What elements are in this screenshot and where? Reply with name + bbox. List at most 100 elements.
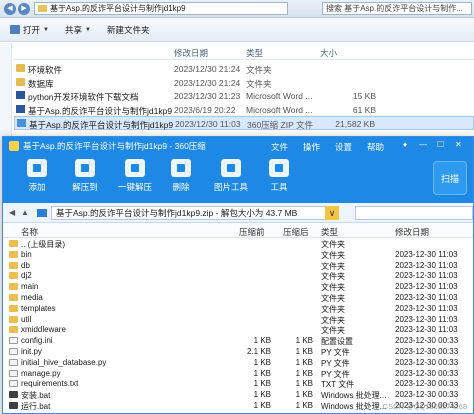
menu-settings[interactable]: 设置 <box>335 141 352 153</box>
file-name: 基于Asp.的反诈平台设计与制作jd1kp9 <box>28 105 173 116</box>
new-folder-button[interactable]: 新建文件夹 <box>107 24 150 36</box>
file-icon <box>9 369 18 377</box>
zip-row[interactable]: dj2 文件夹 2023-12-30 11:03 <box>3 270 473 281</box>
column-packed-size[interactable]: 压缩后 <box>283 226 309 238</box>
zip-row[interactable]: requirements.txt 1 KB 1 KB TXT 文件 2023-12-30… <box>3 378 473 389</box>
folder-icon <box>9 326 18 334</box>
zip-file-list: .. (上级目录) 文件夹 bin 文件夹 2023-12-30 11:03 db 文件夹 2… <box>3 238 473 411</box>
navigation-pane[interactable] <box>0 43 12 143</box>
zip-row[interactable]: xmiddleware 文件夹 2023-12-30 11:03 <box>3 324 473 335</box>
extract-icon <box>75 159 95 177</box>
entry-packed-size: 1 KB <box>295 357 313 367</box>
entry-date: 2023-12-30 00:33 <box>395 368 459 378</box>
zip-row[interactable]: main 文件夹 2023-12-30 11:03 <box>3 281 473 292</box>
share-button[interactable]: 共享 ▼ <box>65 24 91 36</box>
entry-original-size: 1 KB <box>253 390 271 400</box>
file-icon <box>9 337 18 345</box>
add-button[interactable]: 添加 <box>17 159 57 193</box>
zip-file-icon <box>17 119 26 127</box>
archive-icon <box>37 209 47 217</box>
trash-icon <box>171 159 191 177</box>
zip-row[interactable]: bin 文件夹 2023-12-30 11:03 <box>3 249 473 260</box>
file-type: Microsoft Word ... <box>246 104 313 115</box>
menu-operate[interactable]: 操作 <box>303 141 320 153</box>
entry-date: 2023-12-30 11:03 <box>395 282 458 292</box>
forward-arrow-icon[interactable]: ▶ <box>18 3 30 15</box>
file-date: 2023/6/19 20:22 <box>174 104 236 115</box>
back-arrow-icon[interactable]: ◀ <box>9 208 15 217</box>
entry-name: init.py <box>21 346 42 356</box>
entry-date: 2023-12-30 00:33 <box>395 379 459 389</box>
entry-packed-size: 1 KB <box>295 368 313 378</box>
file-size: 21,582 KB <box>335 119 375 129</box>
entry-date: 2023-12-30 00:33 <box>395 346 459 356</box>
entry-name: bin <box>21 249 32 259</box>
zip-row[interactable]: db 文件夹 2023-12-30 11:03 <box>3 260 473 271</box>
entry-name: dj2 <box>21 271 32 281</box>
explorer-row[interactable]: 基于Asp.的反诈平台设计与制作jd1kp9 2023/12/30 11:03 36… <box>14 116 474 130</box>
explorer-row[interactable]: python开发环境软件下载文档 2023/12/30 21:23 Microsof… <box>14 89 474 103</box>
up-folder-icon[interactable]: ▲ <box>21 208 29 217</box>
file-icon <box>9 358 18 366</box>
scan-button[interactable]: 扫描 <box>433 161 467 195</box>
zip-column-headers: 名称 压缩前 压缩后 类型 修改日期 <box>3 223 473 238</box>
nav-buttons: ◀ ▶ <box>4 3 30 15</box>
entry-date: 2023-12-30 11:03 <box>395 292 458 302</box>
entry-name: manage.py <box>21 368 61 378</box>
zip-row[interactable]: util 文件夹 2023-12-30 11:03 <box>3 314 473 325</box>
tools-button[interactable]: 工具 <box>259 159 299 193</box>
explorer-row[interactable]: 数据库 2023/12/30 21:24 文件夹 <box>14 76 474 90</box>
folder-icon <box>9 283 18 291</box>
maximize-icon[interactable]: ☐ <box>437 140 444 149</box>
archive-path-field[interactable]: 基于Asp.的反诈平台设计与制作jd1kp9.zip - 解包大小为 43.7 … <box>51 206 339 220</box>
entry-name: config.ini <box>21 336 53 346</box>
skin-icon[interactable]: ♦ <box>403 140 407 149</box>
minimize-icon[interactable]: — <box>419 140 427 149</box>
column-type[interactable]: 类型 <box>321 226 338 238</box>
entry-date: 2023-12-30 11:03 <box>395 271 458 281</box>
zip-row[interactable]: templates 文件夹 2023-12-30 11:03 <box>3 303 473 314</box>
close-icon[interactable]: ✕ <box>455 140 462 149</box>
menu-help[interactable]: 帮助 <box>367 141 384 153</box>
zip-title-text: 基于Asp.的反诈平台设计与制作jd1kp9 - 360压缩 <box>23 141 206 151</box>
extract-to-button[interactable]: 解压到 <box>65 159 105 193</box>
zip-row[interactable]: initial_hive_database.py 1 KB 1 KB PY 文件 202… <box>3 357 473 368</box>
open-button[interactable]: 打开 ▼ <box>10 24 49 36</box>
column-type[interactable]: 类型 <box>246 47 263 59</box>
zip-header: 基于Asp.的反诈平台设计与制作jd1kp9 - 360压缩 文件 操作 设置 … <box>3 137 473 203</box>
toolbox-icon <box>269 159 289 177</box>
zip-search-input[interactable] <box>355 206 473 220</box>
explorer-row[interactable]: 环境软件 2023/12/30 21:24 文件夹 <box>14 62 474 76</box>
entry-name: main <box>21 282 39 292</box>
zip-row[interactable]: config.ini 1 KB 1 KB 配置设置 2023-12-30 00:33 <box>3 335 473 346</box>
file-name: 环境软件 <box>28 65 63 75</box>
one-click-extract-icon <box>125 159 145 177</box>
zip-row[interactable]: 安装.bat 1 KB 1 KB Windows 批处理... 2023-12-30 0… <box>3 389 473 400</box>
column-size[interactable]: 大小 <box>320 47 337 59</box>
explorer-row[interactable]: 基于Asp.的反诈平台设计与制作jd1kp9 2023/6/19 20:22 Mic… <box>14 103 474 117</box>
folder-icon <box>9 261 18 269</box>
folder-icon <box>9 304 18 312</box>
zip-row[interactable]: .. (上级目录) 文件夹 <box>3 238 473 249</box>
column-date[interactable]: 修改日期 <box>174 47 208 59</box>
zip-row[interactable]: media 文件夹 2023-12-30 11:03 <box>3 292 473 303</box>
column-original-size[interactable]: 压缩前 <box>239 226 265 238</box>
file-icon <box>9 347 18 355</box>
file-size: 15 KB <box>352 91 376 101</box>
search-input[interactable]: 搜索 基于Asp.的反诈平台设计与制作... <box>322 2 472 15</box>
file-name: 基于Asp.的反诈平台设计与制作jd1kp9 <box>29 120 174 130</box>
chevron-down-icon[interactable]: ∨ <box>325 206 339 220</box>
delete-button[interactable]: 删除 <box>161 159 201 193</box>
column-date[interactable]: 修改日期 <box>395 226 429 238</box>
one-click-extract-button[interactable]: 一键解压 <box>113 159 157 193</box>
explorer-column-headers: 修改日期 类型 大小 <box>14 44 474 60</box>
image-tools-button[interactable]: 图片工具 <box>209 159 253 193</box>
column-name[interactable]: 名称 <box>21 226 38 238</box>
address-bar[interactable]: 基于Asp.的反诈平台设计与制作jd1kp9 <box>34 2 288 15</box>
file-size: 61 KB <box>352 104 376 115</box>
back-arrow-icon[interactable]: ◀ <box>4 3 16 15</box>
menu-file[interactable]: 文件 <box>271 141 288 153</box>
zip-row[interactable]: manage.py 1 KB 1 KB PY 文件 2023-12-30 00:33 <box>3 368 473 379</box>
file-type: Microsoft Word ... <box>246 91 313 101</box>
zip-row[interactable]: init.py 2.1 KB 1 KB PY 文件 2023-12-30 00:33 <box>3 346 473 357</box>
